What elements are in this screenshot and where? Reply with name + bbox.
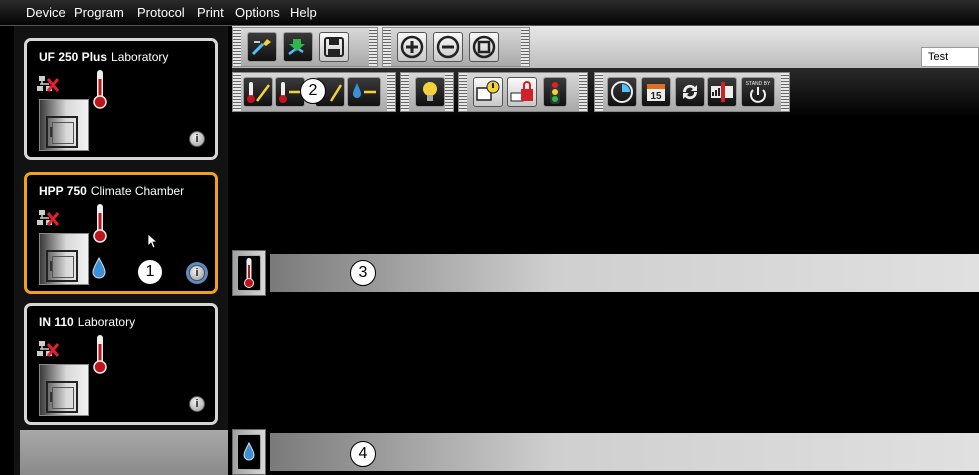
- toolbar-file-zoom: [232, 26, 979, 68]
- network-disconnected-icon: [37, 341, 59, 357]
- device-card-in110[interactable]: IN 110 Laboratory i: [24, 303, 218, 425]
- timer-icon[interactable]: [607, 77, 637, 107]
- floppy-disk-icon[interactable]: [319, 32, 349, 62]
- device-model: IN 110: [39, 315, 74, 329]
- humidity-strip: 4: [232, 429, 979, 475]
- alarm-message-icon[interactable]: [473, 77, 503, 107]
- device-title: UF 250 Plus Laboratory: [39, 50, 168, 64]
- menu-bar: Device Program Protocol Print Options He…: [0, 0, 979, 26]
- temperature-ramp-icon[interactable]: [243, 77, 273, 107]
- standby-icon[interactable]: STAND BY: [741, 77, 775, 107]
- oven-image: [39, 233, 89, 285]
- device-model: UF 250 Plus: [39, 50, 108, 64]
- oven-image: [39, 99, 89, 151]
- test-name-field[interactable]: Test: [921, 47, 979, 67]
- device-card-uf250[interactable]: UF 250 Plus Laboratory i: [24, 38, 218, 160]
- humidity-timeline-bar[interactable]: [270, 433, 979, 471]
- menu-program[interactable]: Program: [74, 5, 124, 20]
- network-disconnected-icon: [37, 76, 59, 92]
- temperature-strip-button[interactable]: [232, 250, 266, 296]
- device-list-footer: [20, 430, 228, 475]
- calendar-icon[interactable]: 15: [641, 77, 671, 107]
- zoom-out-icon[interactable]: [433, 32, 463, 62]
- thermometer-icon: [93, 335, 107, 374]
- device-card-hpp750[interactable]: HPP 750 Climate Chamber 1 i: [24, 172, 218, 294]
- temperature-timeline-bar[interactable]: [270, 254, 979, 292]
- menu-help[interactable]: Help: [290, 5, 317, 20]
- light-bulb-icon[interactable]: [415, 77, 445, 107]
- loop-icon[interactable]: [675, 77, 705, 107]
- humidity-strip-button[interactable]: [232, 429, 266, 475]
- device-list-pane: UF 250 Plus Laboratory i HPP 750 Climate C…: [14, 26, 228, 475]
- toolbar-group-zoom: [382, 27, 530, 67]
- toolbar-group-alarms: [458, 72, 588, 112]
- network-disconnected-icon: [37, 210, 59, 226]
- humidity-hold-icon[interactable]: [347, 77, 381, 107]
- toolbar-program-elements: 2 15 STAND BY: [232, 68, 979, 118]
- menu-options[interactable]: Options: [235, 5, 280, 20]
- callout-2: 2: [300, 78, 326, 104]
- standby-label: STAND BY: [746, 81, 771, 87]
- menu-protocol[interactable]: Protocol: [137, 5, 185, 20]
- toolbar-group-timing: 15 STAND BY: [594, 72, 790, 112]
- thermometer-icon: [244, 258, 254, 288]
- device-title: HPP 750 Climate Chamber: [39, 184, 184, 198]
- zoom-fit-icon[interactable]: [469, 32, 499, 62]
- humidity-drop-icon: [92, 257, 106, 279]
- mouse-cursor-icon: [147, 233, 159, 249]
- callout-3: 3: [350, 260, 376, 286]
- device-type: Laboratory: [111, 50, 169, 64]
- oven-image: [39, 364, 89, 416]
- device-type: Laboratory: [77, 315, 136, 329]
- thermometer-icon: [93, 70, 107, 109]
- info-icon[interactable]: i: [189, 131, 205, 147]
- calendar-day: 15: [650, 91, 662, 102]
- info-icon[interactable]: i: [189, 265, 205, 281]
- menu-print[interactable]: Print: [197, 5, 224, 20]
- toolbar-group-file: [232, 27, 378, 67]
- callout-4: 4: [350, 441, 376, 467]
- temperature-strip: 3: [232, 250, 979, 296]
- menu-device[interactable]: Device: [26, 5, 66, 20]
- traffic-light-icon[interactable]: [543, 77, 567, 107]
- thermometer-icon: [93, 204, 107, 243]
- callout-1: 1: [137, 259, 163, 285]
- save-to-device-icon[interactable]: [283, 32, 313, 62]
- zoom-in-icon[interactable]: [397, 32, 427, 62]
- info-icon[interactable]: i: [189, 396, 205, 412]
- lock-icon[interactable]: [507, 77, 537, 107]
- open-program-icon[interactable]: [247, 32, 277, 62]
- device-model: HPP 750: [39, 184, 87, 198]
- device-type: Climate Chamber: [90, 184, 185, 198]
- device-title: IN 110 Laboratory: [39, 315, 135, 329]
- toolbar-group-light: [400, 72, 454, 112]
- humidity-drop-icon: [243, 442, 255, 461]
- fan-speed-icon[interactable]: [707, 77, 737, 107]
